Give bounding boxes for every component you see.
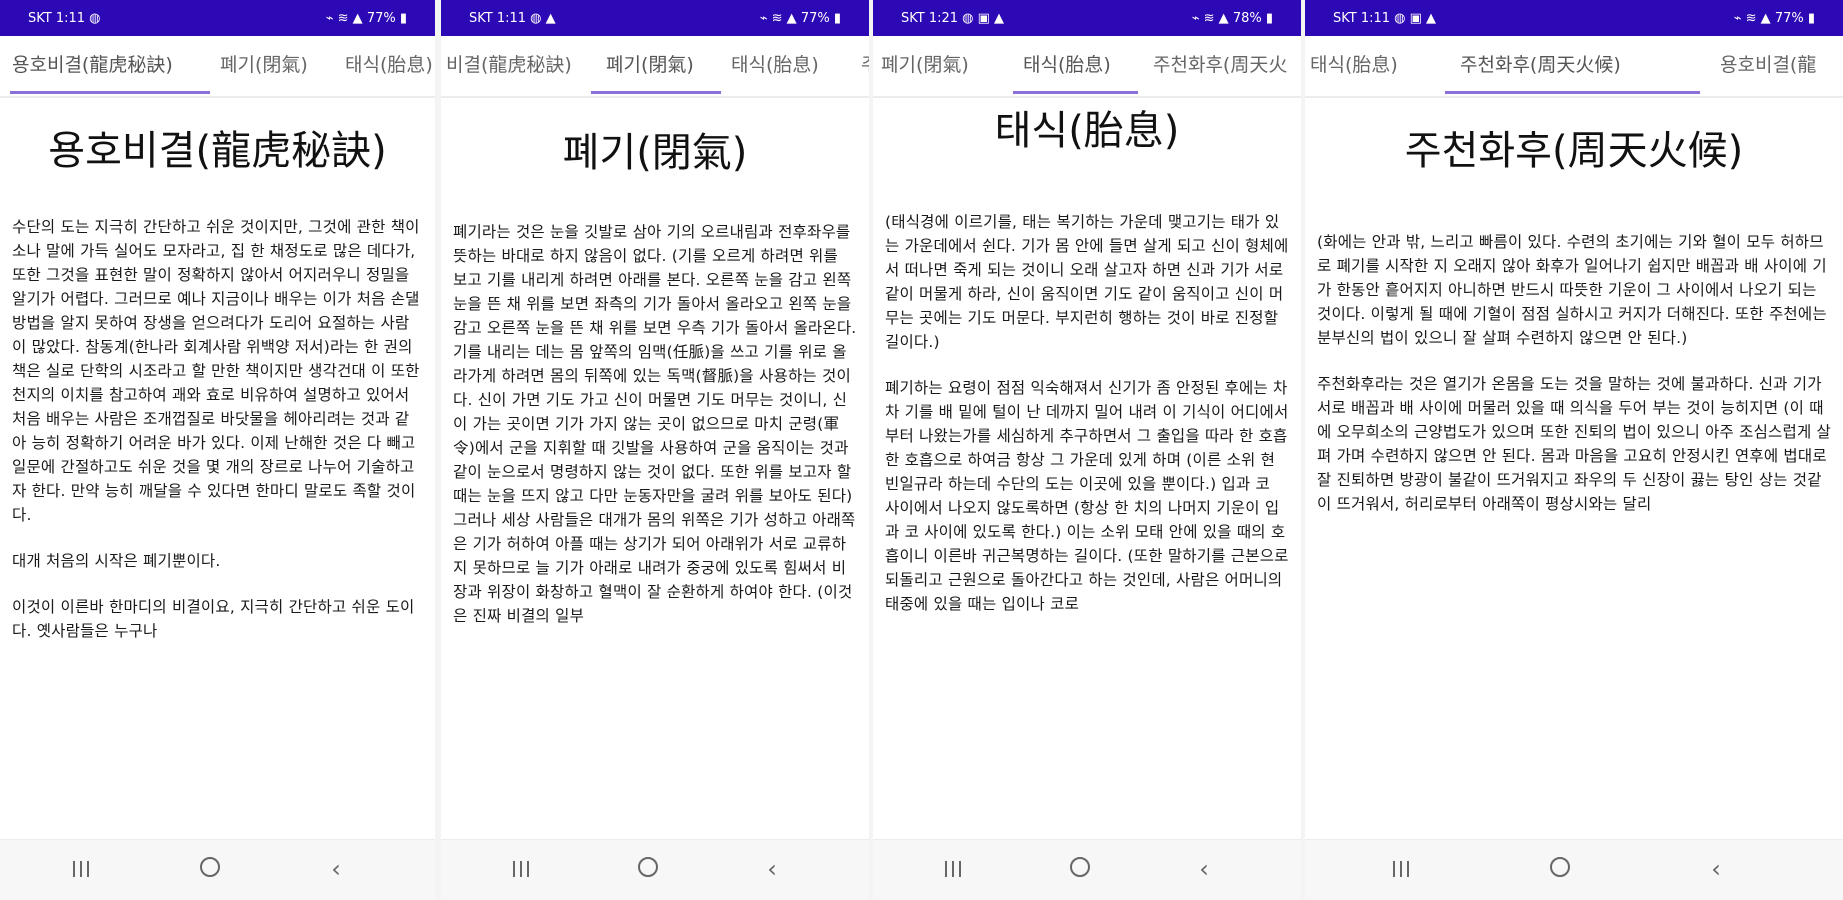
- tab-divider: [1305, 96, 1843, 98]
- recent-apps-icon: [73, 861, 91, 877]
- tab-bar: 태식(胎息) 주천화후(周天火候) 용호비결(龍: [1305, 36, 1843, 96]
- chapter-tab[interactable]: 비결(龍虎秘訣): [446, 50, 572, 77]
- status-indicators: ⌁ ≋ ▲ 78% ▮: [1191, 11, 1273, 26]
- home-button[interactable]: [1060, 854, 1100, 884]
- home-icon: [1070, 857, 1090, 877]
- active-tab-indicator: [1445, 91, 1700, 94]
- recent-apps-button[interactable]: [1382, 854, 1422, 884]
- back-button[interactable]: ‹: [1184, 854, 1224, 884]
- status-bar: SKT 1:11 ◍ ▣ ▲ ⌁ ≋ ▲ 77% ▮: [1305, 0, 1843, 36]
- chapter-tab[interactable]: 폐기(閉氣): [606, 50, 694, 77]
- home-button[interactable]: [190, 854, 230, 884]
- chapter-title: 주천화후(周天火候): [1404, 128, 1744, 174]
- status-time: SKT 1:11 ◍ ▲: [469, 11, 556, 26]
- status-bar: SKT 1:11 ◍ ▲ ⌁ ≋ ▲ 77% ▮: [441, 0, 869, 36]
- chapter-title: 태식(胎息): [994, 108, 1180, 154]
- home-icon: [1550, 857, 1570, 877]
- chapter-text[interactable]: (태식경에 이르기를, 태는 복기하는 가운데 맺고기는 태가 있는 가운데에서…: [885, 210, 1289, 840]
- status-time: SKT 1:11 ◍ ▣ ▲: [1333, 11, 1437, 26]
- back-chevron-icon: ‹: [1199, 855, 1209, 883]
- status-bar: SKT 1:21 ◍ ▣ ▲ ⌁ ≋ ▲ 78% ▮: [873, 0, 1301, 36]
- active-tab-indicator: [10, 91, 210, 94]
- recent-apps-button[interactable]: [502, 854, 542, 884]
- system-nav-bar: ‹: [441, 839, 869, 900]
- text-paragraph: 폐기라는 것은 눈을 깃발로 삼아 기의 오르내림과 전후좌우를 뜻하는 바대로…: [453, 223, 857, 625]
- text-paragraph: 이것이 이른바 한마디의 비결이요, 지극히 간단하고 쉬운 도이다. 옛사람들…: [12, 598, 415, 640]
- back-button[interactable]: ‹: [1696, 854, 1736, 884]
- back-chevron-icon: ‹: [767, 855, 777, 883]
- text-paragraph: 수단의 도는 지극히 간단하고 쉬운 것이지만, 그것에 관한 책이 소나 말에…: [12, 218, 420, 524]
- recent-apps-icon: [1393, 861, 1411, 877]
- chapter-title: 용호비결(龍虎秘訣): [48, 128, 387, 174]
- chapter-tab[interactable]: 주천화후(周天火候): [1460, 50, 1621, 77]
- recent-apps-icon: [513, 861, 531, 877]
- active-tab-indicator: [1013, 91, 1138, 94]
- status-indicators: ⌁ ≋ ▲ 77% ▮: [1733, 11, 1815, 26]
- chapter-text[interactable]: 폐기라는 것은 눈을 깃발로 삼아 기의 오르내림과 전후좌우를 뜻하는 바대로…: [453, 220, 857, 840]
- phone-screen: SKT 1:11 ◍ ▲ ⌁ ≋ ▲ 77% ▮ 비결(龍虎秘訣) 폐기(閉氣) 태식(…: [441, 0, 869, 900]
- home-icon: [638, 857, 658, 877]
- tab-bar: 비결(龍虎秘訣) 폐기(閉氣) 태식(胎息) 주(: [441, 36, 869, 96]
- back-chevron-icon: ‹: [1711, 855, 1721, 883]
- recent-apps-button[interactable]: [934, 854, 974, 884]
- text-paragraph: 폐기하는 요령이 점점 익숙해져서 신기가 좀 안정된 후에는 차차 기를 배 …: [885, 379, 1289, 613]
- status-indicators: ⌁ ≋ ▲ 77% ▮: [325, 11, 407, 26]
- chapter-text[interactable]: 수단의 도는 지극히 간단하고 쉬운 것이지만, 그것에 관한 책이 소나 말에…: [12, 215, 423, 840]
- text-paragraph: (태식경에 이르기를, 태는 복기하는 가운데 맺고기는 태가 있는 가운데에서…: [885, 213, 1289, 351]
- recent-apps-button[interactable]: [62, 854, 102, 884]
- back-button[interactable]: ‹: [316, 854, 356, 884]
- chapter-tab[interactable]: 태식(胎息): [1023, 50, 1111, 77]
- chapter-tab[interactable]: 폐기(閉氣): [220, 50, 308, 77]
- chapter-tab[interactable]: 태식(胎息): [731, 50, 819, 77]
- tab-divider: [441, 96, 869, 98]
- chapter-tab[interactable]: 태식(胎息): [345, 50, 433, 77]
- back-button[interactable]: ‹: [752, 854, 792, 884]
- system-nav-bar: ‹: [1305, 839, 1843, 900]
- status-time: SKT 1:11 ◍: [28, 11, 101, 26]
- tab-divider: [0, 96, 435, 98]
- chapter-tab[interactable]: 용호비결(龍: [1720, 50, 1816, 77]
- text-paragraph: 대개 처음의 시작은 폐기뿐이다.: [12, 552, 221, 570]
- status-indicators: ⌁ ≋ ▲ 77% ▮: [759, 11, 841, 26]
- chapter-title: 폐기(閉氣): [562, 130, 748, 176]
- chapter-text[interactable]: (화에는 안과 밖, 느리고 빠름이 있다. 수련의 초기에는 기와 혈이 모두…: [1317, 230, 1831, 840]
- text-paragraph: (화에는 안과 밖, 느리고 빠름이 있다. 수련의 초기에는 기와 혈이 모두…: [1317, 233, 1827, 347]
- phone-screen: SKT 1:11 ◍ ⌁ ≋ ▲ 77% ▮ 용호비결(龍虎秘訣) 폐기(閉氣) 태식(…: [0, 0, 435, 900]
- recent-apps-icon: [945, 861, 963, 877]
- home-button[interactable]: [1540, 854, 1580, 884]
- back-chevron-icon: ‹: [331, 855, 341, 883]
- chapter-tab[interactable]: 주(: [861, 50, 869, 77]
- home-icon: [200, 857, 220, 877]
- tab-bar: 폐기(閉氣) 태식(胎息) 주천화후(周天火: [873, 36, 1301, 96]
- system-nav-bar: ‹: [873, 839, 1301, 900]
- system-nav-bar: ‹: [0, 839, 435, 900]
- text-paragraph: 주천화후라는 것은 열기가 온몸을 도는 것을 말하는 것에 불과하다. 신과 …: [1317, 375, 1831, 513]
- active-tab-indicator: [591, 91, 721, 94]
- chapter-tab[interactable]: 주천화후(周天火: [1153, 50, 1287, 77]
- screenshot-collage: SKT 1:11 ◍ ⌁ ≋ ▲ 77% ▮ 용호비결(龍虎秘訣) 폐기(閉氣) 태식(…: [0, 0, 1843, 900]
- phone-screen: SKT 1:21 ◍ ▣ ▲ ⌁ ≋ ▲ 78% ▮ 폐기(閉氣) 태식(胎息) 주천화…: [873, 0, 1301, 900]
- status-time: SKT 1:21 ◍ ▣ ▲: [901, 11, 1005, 26]
- chapter-tab[interactable]: 태식(胎息): [1310, 50, 1398, 77]
- home-button[interactable]: [628, 854, 668, 884]
- tab-bar: 용호비결(龍虎秘訣) 폐기(閉氣) 태식(胎息): [0, 36, 435, 96]
- chapter-tab[interactable]: 폐기(閉氣): [881, 50, 969, 77]
- phone-screen: SKT 1:11 ◍ ▣ ▲ ⌁ ≋ ▲ 77% ▮ 태식(胎息) 주천화후(周天火候…: [1305, 0, 1843, 900]
- chapter-tab[interactable]: 용호비결(龍虎秘訣): [12, 50, 173, 77]
- status-bar: SKT 1:11 ◍ ⌁ ≋ ▲ 77% ▮: [0, 0, 435, 36]
